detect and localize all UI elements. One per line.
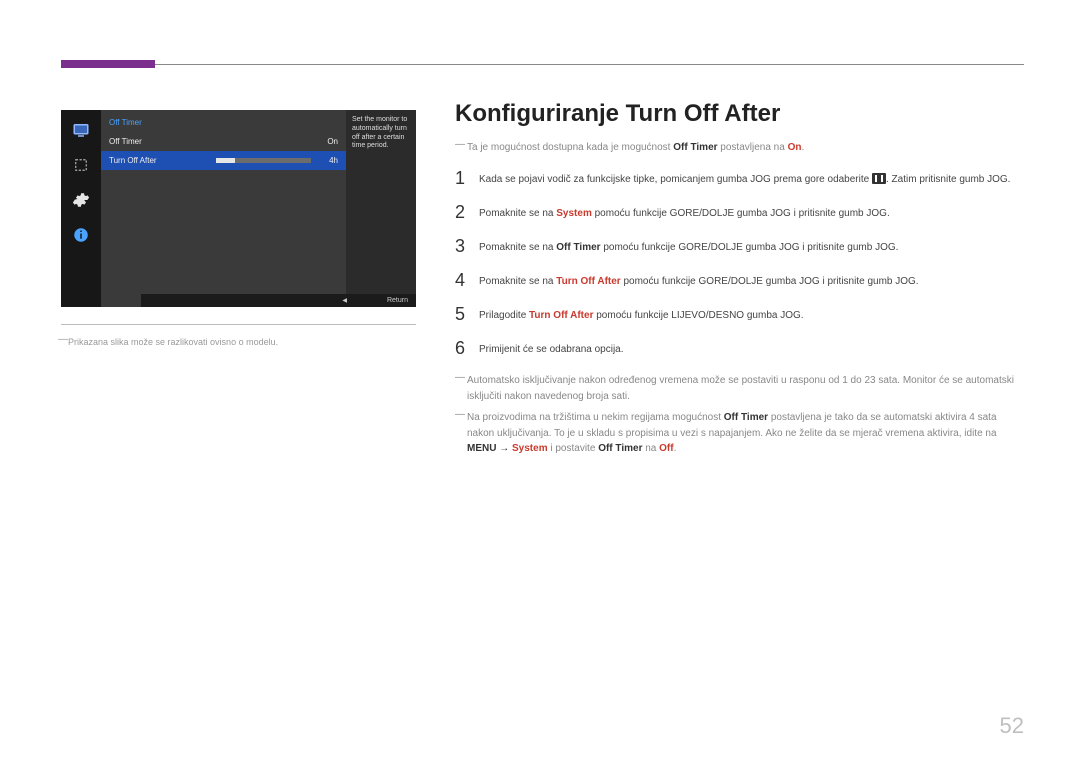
step-5: 5 Prilagodite Turn Off After pomoću funk… — [455, 305, 1024, 323]
text-bold: MENU — [467, 443, 496, 454]
note-text: . — [801, 142, 804, 153]
footnotes: Automatsko isključivanje nakon određenog… — [455, 373, 1024, 457]
page-title: Konfiguriranje Turn Off After — [455, 100, 1024, 128]
text-highlight: System — [512, 443, 548, 454]
main-content: Konfiguriranje Turn Off After Ta je mogu… — [455, 100, 1024, 463]
osd-menu-header: Off Timer — [101, 113, 346, 132]
text-bold: Off Timer — [598, 443, 642, 454]
osd-sidebar — [61, 110, 101, 307]
availability-note: Ta je mogućnost dostupna kada je mogućno… — [455, 140, 1024, 155]
step-number: 4 — [455, 271, 479, 289]
text-bold: Off Timer — [556, 242, 600, 253]
step-1: 1 Kada se pojavi vodič za funkcijske tip… — [455, 169, 1024, 187]
step-list: 1 Kada se pojavi vodič za funkcijske tip… — [455, 169, 1024, 357]
osd-body: Off Timer Off Timer On Turn Off After 4h… — [101, 110, 416, 307]
note-text: postavljena na — [718, 142, 788, 153]
osd-menu-list: Off Timer Off Timer On Turn Off After 4h — [101, 110, 346, 307]
step-text: Primijenit će se odabrana opcija. — [479, 339, 624, 357]
note-text: Ta je mogućnost dostupna kada je mogućno… — [467, 142, 673, 153]
text-segment: pomoću funkcije GORE/DOLJE gumba JOG i p… — [621, 276, 919, 287]
step-2: 2 Pomaknite se na System pomoću funkcije… — [455, 203, 1024, 221]
text-highlight: Off — [659, 443, 673, 454]
osd-row-value-wrap: 4h — [216, 156, 338, 165]
text-segment: pomoću funkcije LIJEVO/DESNO gumba JOG. — [593, 310, 803, 321]
text-segment: pomoću funkcije GORE/DOLJE gumba JOG i p… — [592, 208, 890, 219]
text-segment: i postavite — [548, 443, 599, 454]
box-icon — [66, 150, 96, 180]
step-number: 2 — [455, 203, 479, 221]
step-text: Pomaknite se na System pomoću funkcije G… — [479, 203, 890, 221]
page-number: 52 — [1000, 713, 1024, 739]
text-segment: Na proizvodima na tržištima u nekim regi… — [467, 412, 724, 423]
osd-row-offtimer: Off Timer On — [101, 132, 346, 151]
note-bold: Off Timer — [673, 142, 717, 153]
osd-row-value: On — [327, 137, 338, 146]
arrow-icon: → — [496, 443, 512, 454]
back-icon: ◀ — [342, 298, 347, 304]
text-segment: . — [674, 443, 677, 454]
step-text: Pomaknite se na Off Timer pomoću funkcij… — [479, 237, 898, 255]
osd-screenshot: Off Timer Off Timer On Turn Off After 4h… — [61, 110, 416, 307]
step-3: 3 Pomaknite se na Off Timer pomoću funkc… — [455, 237, 1024, 255]
text-highlight: Turn Off After — [529, 310, 593, 321]
step-text: Kada se pojavi vodič za funkcijske tipke… — [479, 169, 1010, 187]
text-segment: Pomaknite se na — [479, 276, 556, 287]
osd-row-value: 4h — [329, 156, 338, 165]
text-highlight: System — [556, 208, 592, 219]
menu-icon — [872, 173, 886, 184]
step-text: Prilagodite Turn Off After pomoću funkci… — [479, 305, 804, 323]
osd-row-turnoffafter: Turn Off After 4h — [101, 151, 346, 170]
osd-row-label: Turn Off After — [109, 156, 157, 165]
text-segment: Pomaknite se na — [479, 242, 556, 253]
text-highlight: Turn Off After — [556, 276, 620, 287]
text-segment: Pomaknite se na — [479, 208, 556, 219]
osd-description: Set the monitor to automatically turn of… — [346, 110, 416, 307]
header-rule — [61, 64, 1024, 65]
return-label: Return — [387, 297, 408, 304]
slider-icon — [216, 158, 311, 163]
info-icon — [66, 220, 96, 250]
note-highlight: On — [788, 142, 802, 153]
gear-icon — [66, 185, 96, 215]
text-bold: Off Timer — [724, 412, 768, 423]
text-segment: . Zatim pritisnite gumb JOG. — [886, 174, 1010, 185]
step-number: 5 — [455, 305, 479, 323]
step-number: 3 — [455, 237, 479, 255]
footnote-2: Na proizvodima na tržištima u nekim regi… — [455, 410, 1024, 457]
text-segment: pomoću funkcije GORE/DOLJE gumba JOG i p… — [601, 242, 899, 253]
text-segment: na — [642, 443, 659, 454]
step-4: 4 Pomaknite se na Turn Off After pomoću … — [455, 271, 1024, 289]
text-segment: Prilagodite — [479, 310, 529, 321]
step-6: 6 Primijenit će se odabrana opcija. — [455, 339, 1024, 357]
step-number: 6 — [455, 339, 479, 357]
monitor-icon — [66, 115, 96, 145]
header-accent — [61, 60, 155, 68]
osd-row-label: Off Timer — [109, 137, 142, 146]
step-number: 1 — [455, 169, 479, 187]
osd-return-bar: ◀ Return — [141, 294, 416, 307]
text-segment: Kada se pojavi vodič za funkcijske tipke… — [479, 174, 872, 185]
footnote-1: Automatsko isključivanje nakon određenog… — [455, 373, 1024, 404]
screenshot-divider — [61, 324, 416, 325]
step-text: Pomaknite se na Turn Off After pomoću fu… — [479, 271, 919, 289]
image-disclaimer: Prikazana slika može se razlikovati ovis… — [68, 337, 278, 347]
